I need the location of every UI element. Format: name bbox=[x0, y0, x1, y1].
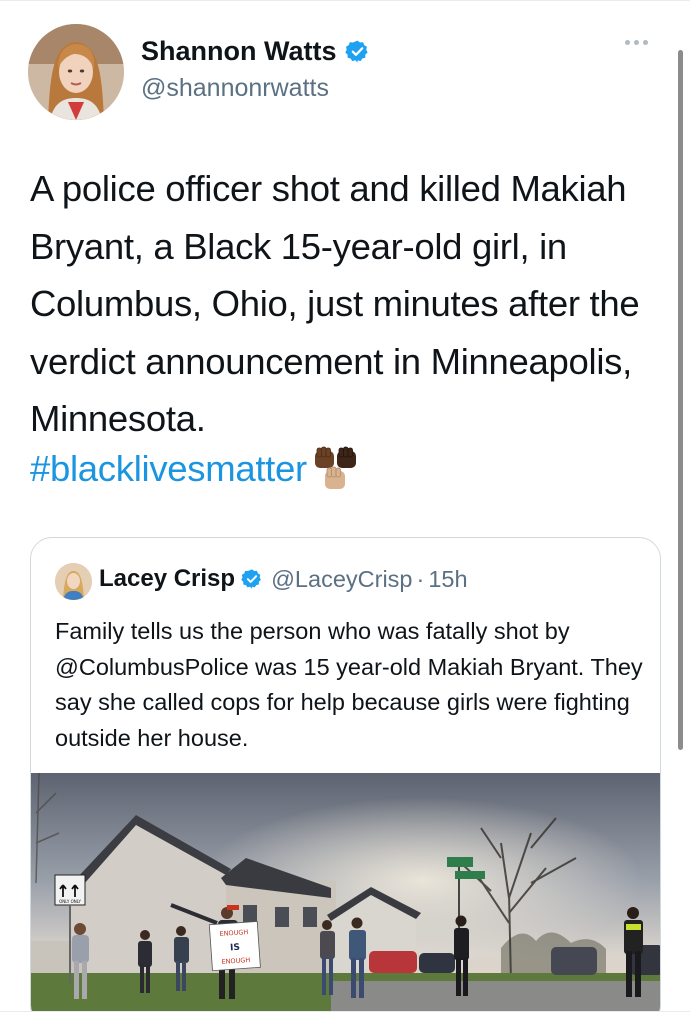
verified-badge-icon bbox=[241, 569, 261, 589]
quoted-tweet-timestamp[interactable]: 15h bbox=[428, 566, 467, 593]
verified-badge-icon bbox=[344, 40, 368, 63]
quoted-tweet-text: Family tells us the person who was fatal… bbox=[55, 618, 643, 751]
street-sign-text: ONLY ONLY bbox=[59, 899, 81, 904]
hashtag-line: #blacklivesmatter bbox=[30, 440, 361, 498]
quoted-tweet-photo[interactable]: ONLY ONLY ENOUGH IS ENOUGH bbox=[31, 773, 661, 1013]
scrollbar-thumb[interactable] bbox=[678, 50, 683, 750]
more-dot bbox=[634, 40, 639, 45]
bottom-divider bbox=[0, 1011, 690, 1024]
quoted-author-display-name[interactable]: Lacey Crisp bbox=[99, 565, 235, 593]
raised-fists-emoji bbox=[314, 446, 356, 489]
top-divider bbox=[0, 0, 690, 1]
more-dot bbox=[625, 40, 630, 45]
sign-line-2: IS bbox=[230, 943, 241, 954]
more-dot bbox=[643, 40, 648, 45]
author-name-line: Shannon Watts bbox=[141, 36, 370, 67]
more-horizontal-icon[interactable] bbox=[625, 40, 648, 45]
author-avatar[interactable] bbox=[28, 24, 124, 120]
quoted-tweet-card[interactable]: Lacey Crisp @LaceyCrisp · 15h Family tel… bbox=[30, 537, 661, 1024]
quoted-author-avatar[interactable] bbox=[55, 563, 92, 600]
quoted-author-handle[interactable]: @LaceyCrisp bbox=[271, 566, 412, 593]
tweet-text: A police officer shot and killed Makiah … bbox=[30, 168, 640, 439]
author-handle[interactable]: @shannonrwatts bbox=[141, 74, 329, 103]
hashtag-link[interactable]: #blacklivesmatter bbox=[30, 448, 307, 490]
separator-dot: · bbox=[416, 565, 425, 592]
quoted-tweet-header: Lacey Crisp @LaceyCrisp · 15h bbox=[99, 565, 468, 593]
author-display-name[interactable]: Shannon Watts bbox=[141, 36, 337, 67]
